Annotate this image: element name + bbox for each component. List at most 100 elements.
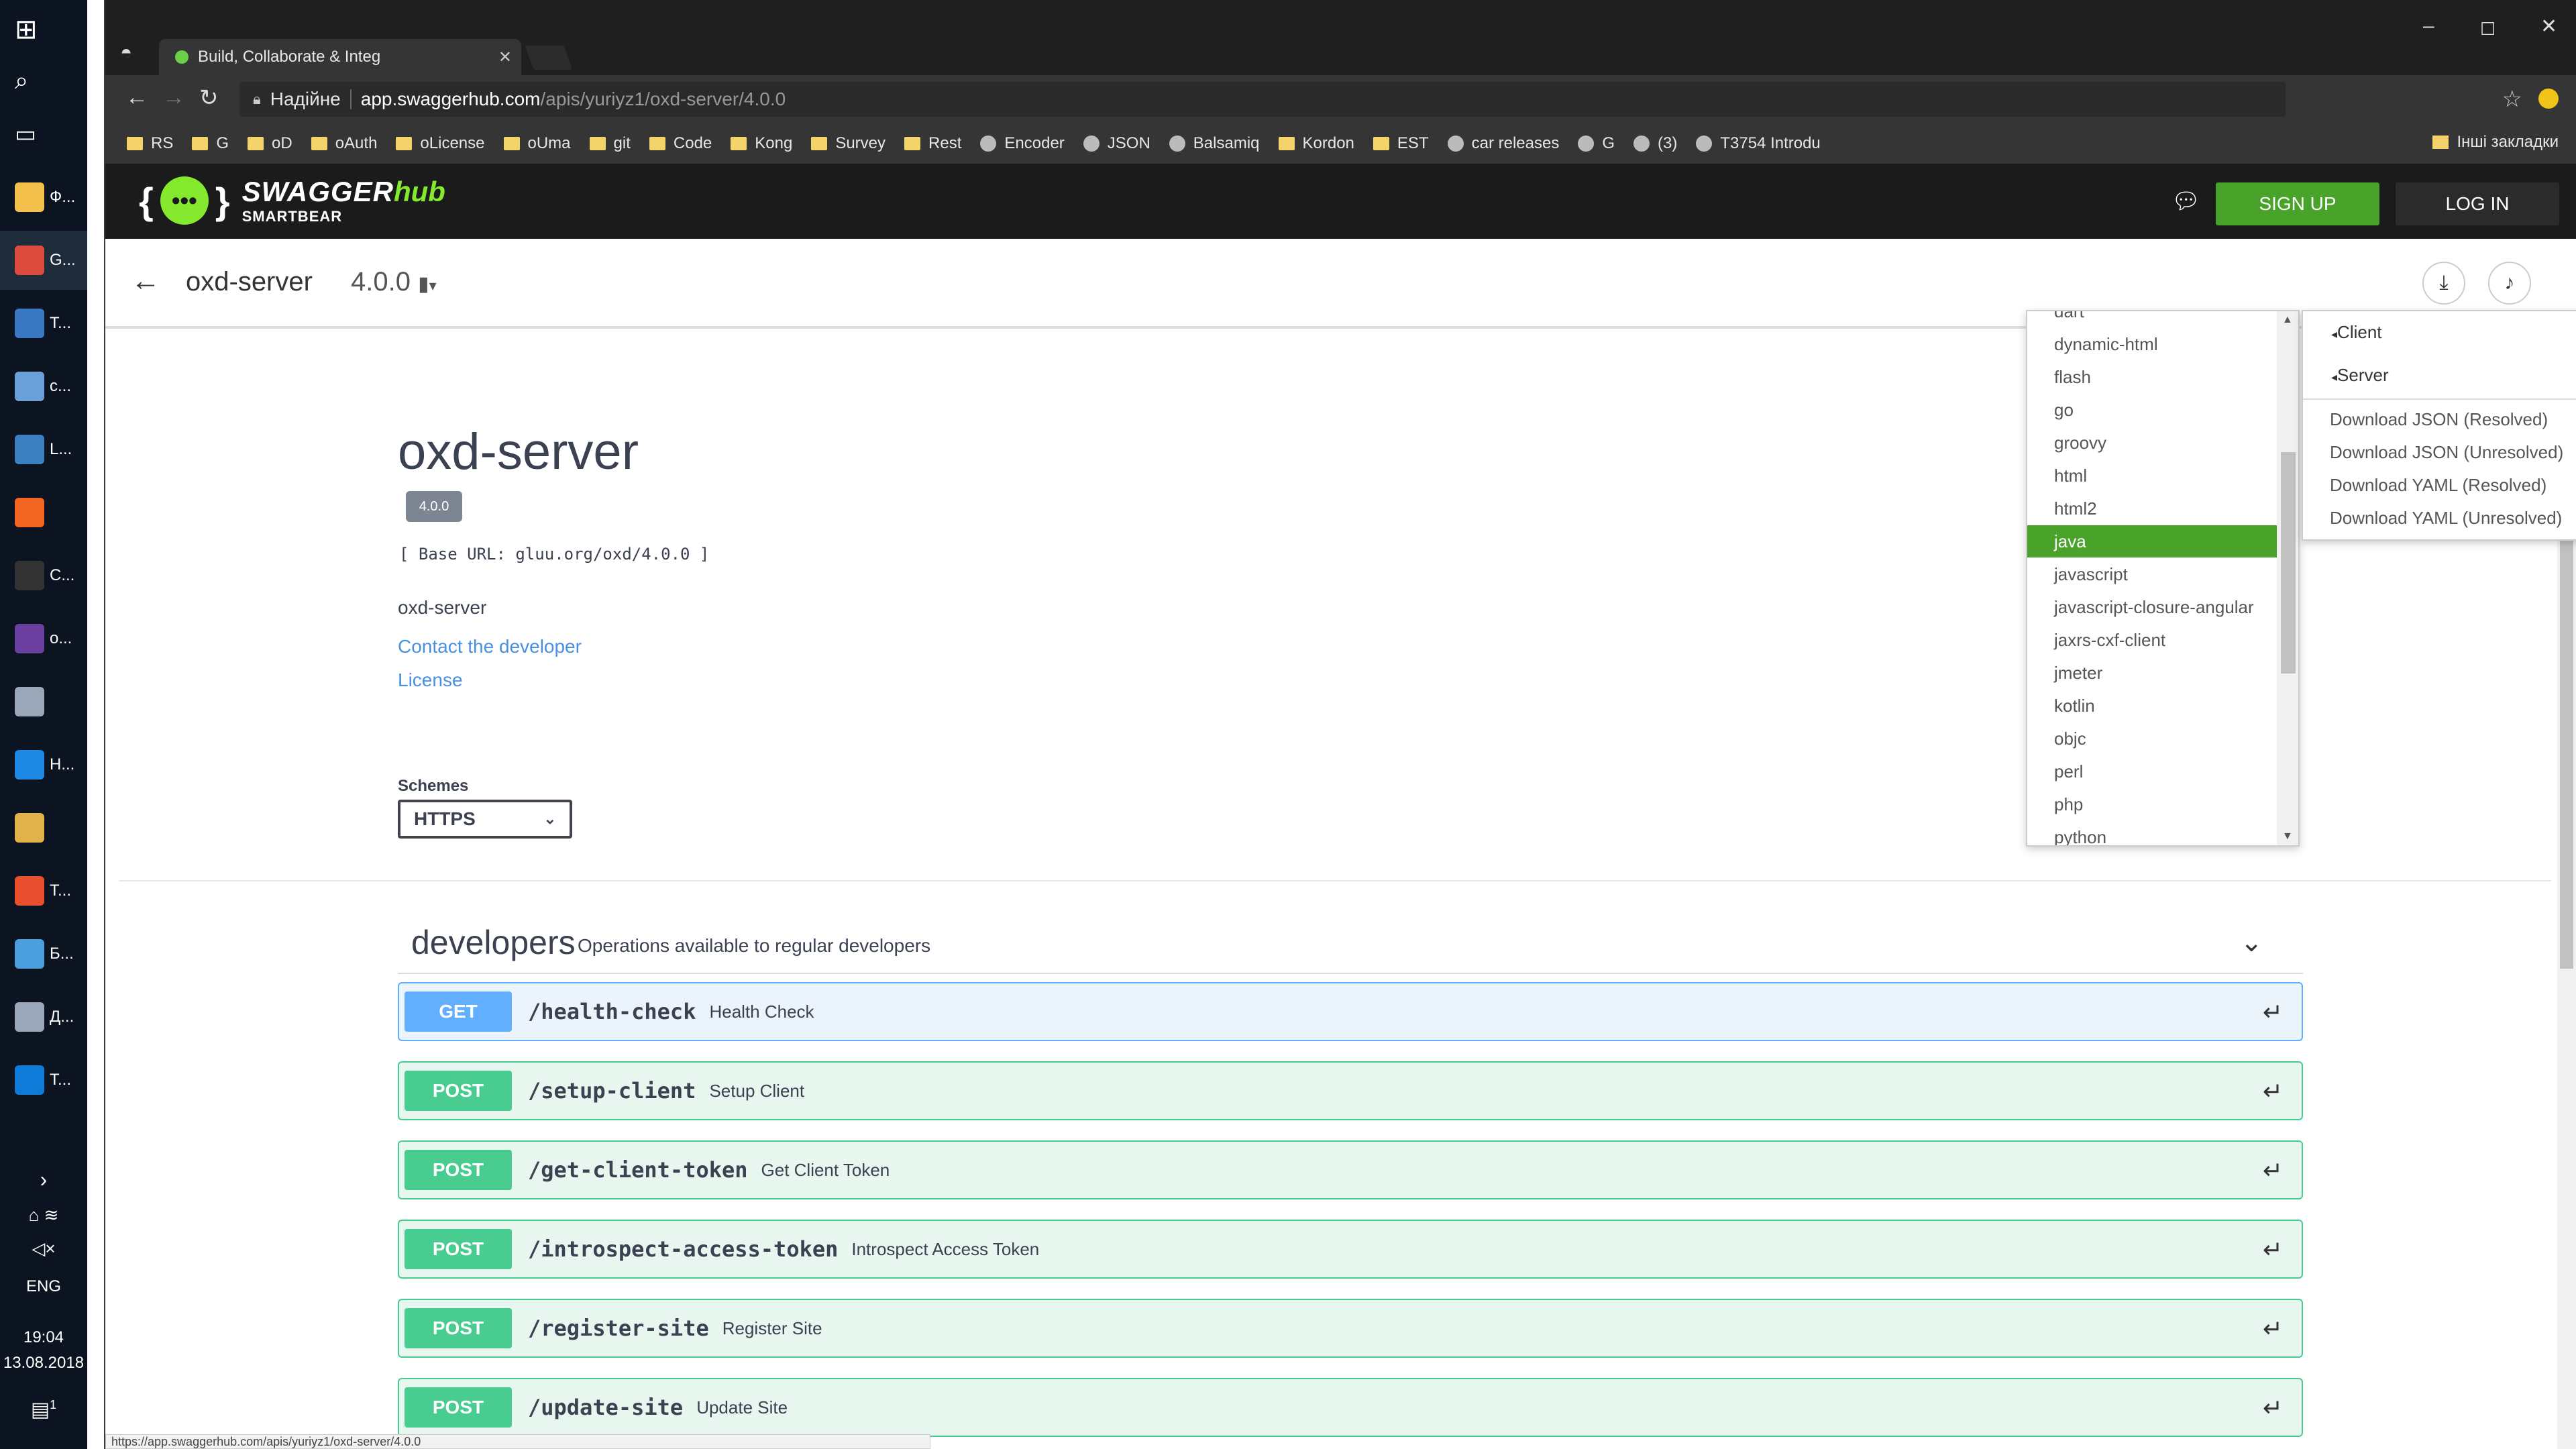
back-arrow-icon[interactable]: ← (131, 264, 160, 298)
taskbar-app[interactable]: C... (0, 546, 87, 605)
language-option[interactable]: groovy (2027, 427, 2277, 459)
client-menu-item[interactable]: ◂Client (2303, 322, 2576, 343)
language-option[interactable]: javascript (2027, 558, 2277, 590)
operation-row[interactable]: GET/health-check Health Check ↵ (398, 982, 2303, 1041)
language-indicator[interactable]: ENG (0, 1277, 87, 1296)
forward-icon[interactable]: → (162, 85, 185, 111)
license-link[interactable]: License (398, 669, 463, 691)
taskbar-app[interactable] (0, 798, 87, 857)
language-option[interactable]: javascript-closure-angular (2027, 591, 2277, 623)
windows-start-icon[interactable]: ⊞ (0, 0, 87, 59)
scroll-down-icon[interactable]: ▼ (2282, 830, 2293, 843)
swaggerhub-logo[interactable]: { ••• } SWAGGERhub SMARTBEAR (139, 176, 445, 225)
bookmark-item[interactable]: car releases (1447, 134, 1559, 153)
language-scrollbar[interactable]: ▲ ▼ (2277, 311, 2298, 845)
bookmark-item[interactable]: EST (1373, 134, 1429, 153)
bookmark-item[interactable]: oD (248, 134, 292, 153)
taskbar-app[interactable]: c... (0, 357, 87, 416)
log-in-button[interactable]: LOG IN (2396, 182, 2559, 225)
taskbar-app[interactable]: Ф... (0, 168, 87, 227)
omnibox[interactable]: 🔒︎ Надійне app.swaggerhub.com/apis/yuriy… (239, 82, 2286, 117)
language-option[interactable]: flash (2027, 361, 2277, 393)
bookmark-item[interactable]: JSON (1083, 134, 1150, 153)
language-option[interactable]: go (2027, 394, 2277, 426)
language-option[interactable]: perl (2027, 755, 2277, 788)
bookmark-item[interactable]: Balsamiq (1169, 134, 1260, 153)
try-arrow-icon[interactable]: ↵ (2263, 1077, 2283, 1106)
language-option[interactable]: html (2027, 460, 2277, 492)
taskbar-app[interactable] (0, 483, 87, 542)
bookmark-item[interactable]: Kong (731, 134, 792, 153)
close-tab-icon[interactable]: ✕ (498, 48, 512, 67)
collapse-chevron-icon[interactable]: ⌄ (2240, 927, 2263, 958)
volume-muted-icon[interactable]: ◁× (0, 1238, 87, 1259)
taskbar-app[interactable]: Д... (0, 987, 87, 1046)
language-option[interactable]: jmeter (2027, 657, 2277, 689)
contact-link[interactable]: Contact the developer (398, 636, 582, 657)
taskbar-app[interactable]: T... (0, 861, 87, 920)
clock-time[interactable]: 19:04 (0, 1328, 87, 1347)
version-selector[interactable]: 4.0.0 ▮▾ (351, 267, 437, 297)
operation-row[interactable]: POST/introspect-access-token Introspect A… (398, 1220, 2303, 1279)
bookmark-item[interactable]: Survey (811, 134, 885, 153)
bookmark-item[interactable]: oAuth (311, 134, 377, 153)
schemes-select[interactable]: HTTPS ⌄ (398, 800, 572, 839)
try-arrow-icon[interactable]: ↵ (2263, 1315, 2283, 1343)
language-option[interactable]: dart (2027, 311, 2277, 327)
clock-date[interactable]: 13.08.2018 (0, 1354, 87, 1373)
language-option[interactable]: html2 (2027, 492, 2277, 525)
language-option[interactable]: java (2027, 525, 2277, 557)
download-menu-item[interactable]: Download YAML (Unresolved) (2303, 508, 2576, 529)
bookmark-item[interactable]: oUma (503, 134, 571, 153)
bookmark-item[interactable]: Kordon (1278, 134, 1354, 153)
reload-icon[interactable]: ↻ (199, 85, 219, 111)
back-icon[interactable]: ← (125, 85, 148, 111)
taskbar-app[interactable] (0, 672, 87, 731)
bookmark-item[interactable]: G (192, 134, 229, 153)
download-menu-item[interactable]: Download JSON (Resolved) (2303, 409, 2576, 430)
bookmark-item[interactable]: (3) (1633, 134, 1677, 153)
taskbar-app[interactable]: T... (0, 1051, 87, 1110)
taskbar-app[interactable]: Б... (0, 924, 87, 983)
language-option[interactable]: kotlin (2027, 690, 2277, 722)
try-arrow-icon[interactable]: ↵ (2263, 998, 2283, 1026)
minimize-icon[interactable]: – (2423, 15, 2434, 38)
language-option[interactable]: objc (2027, 722, 2277, 755)
taskbar-app[interactable]: H... (0, 735, 87, 794)
bookmark-item[interactable]: RS (127, 134, 173, 153)
notifications-icon[interactable]: ▤1 (0, 1398, 87, 1421)
sign-up-button[interactable]: SIGN UP (2216, 182, 2379, 225)
language-scrollbar-thumb[interactable] (2281, 452, 2296, 674)
bookmark-item[interactable]: oLicense (396, 134, 485, 153)
extension-icon[interactable] (2538, 89, 2559, 109)
close-window-icon[interactable]: ✕ (2540, 15, 2557, 38)
maximize-icon[interactable]: ☐ (2480, 19, 2496, 40)
scroll-up-icon[interactable]: ▲ (2282, 314, 2293, 326)
bell-icon[interactable]: ♪ (2488, 262, 2531, 305)
bookmark-item[interactable]: Rest (904, 134, 961, 153)
download-icon[interactable]: ⤓ (2422, 262, 2465, 305)
operation-row[interactable]: POST/get-client-token Get Client Token ↵ (398, 1140, 2303, 1199)
bookmark-item[interactable]: G (1578, 134, 1615, 153)
network-icon[interactable]: ⌂ ≋ (0, 1205, 87, 1226)
server-menu-item[interactable]: ◂Server (2303, 365, 2576, 386)
language-option[interactable]: php (2027, 788, 2277, 820)
bookmark-item[interactable]: Encoder (980, 134, 1065, 153)
bookmark-item[interactable]: git (589, 134, 631, 153)
chat-icon[interactable]: 💬︎ (2171, 188, 2200, 215)
bookmark-item[interactable]: T3754 Introdu (1696, 134, 1821, 153)
tag-section-header[interactable]: developers Operations available to regul… (398, 915, 2303, 974)
new-tab-button[interactable] (525, 46, 573, 70)
language-option[interactable]: python (2027, 821, 2277, 846)
other-bookmarks[interactable]: Інші закладки (2432, 133, 2559, 152)
taskbar-app[interactable]: T... (0, 294, 87, 353)
operation-row[interactable]: POST/register-site Register Site ↵ (398, 1299, 2303, 1358)
try-arrow-icon[interactable]: ↵ (2263, 1157, 2283, 1185)
language-option[interactable]: jaxrs-cxf-client (2027, 624, 2277, 656)
taskbar-app[interactable]: L... (0, 420, 87, 479)
taskbar-app[interactable]: G... (0, 231, 87, 290)
operation-row[interactable]: POST/setup-client Setup Client ↵ (398, 1061, 2303, 1120)
search-icon[interactable]: ⌕ (0, 51, 87, 110)
operation-row[interactable]: POST/update-site Update Site ↵ (398, 1378, 2303, 1437)
chevron-up-icon[interactable]: › (0, 1167, 87, 1192)
